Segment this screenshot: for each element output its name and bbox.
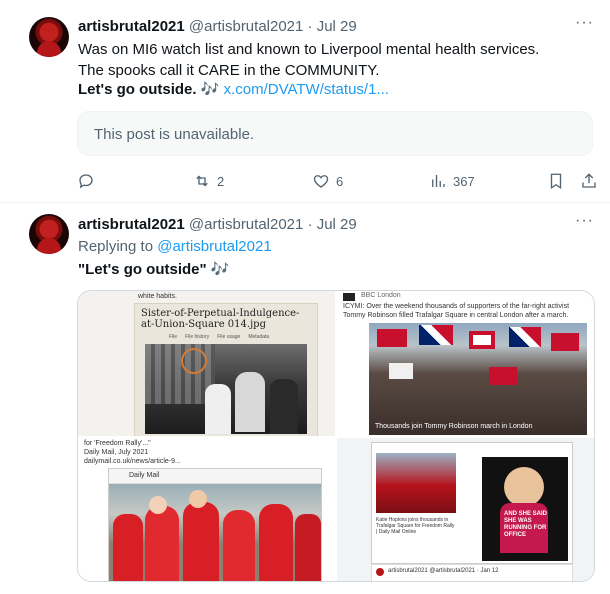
image-2-source: BBC London	[361, 292, 401, 299]
unavailable-text: This post is unavailable.	[94, 126, 255, 143]
tab-file-history: File history	[185, 334, 210, 340]
share-icon	[582, 173, 596, 188]
tweet-text: "Let's go outside" 🎶	[78, 260, 230, 280]
repost-count: 2	[217, 173, 225, 189]
views-button[interactable]: 367	[429, 172, 475, 190]
image-1-top-text: white habits.	[138, 293, 177, 300]
author-handle[interactable]: @artisbrutal2021	[189, 216, 303, 233]
bold-text: "Let's go outside"	[78, 261, 207, 278]
tab-metadata: Metadata	[248, 334, 270, 340]
tweet-text-line-1: Was on MI6 watch list and known to Liver…	[78, 41, 540, 58]
image-3-line-2: Daily Mail, July 2021	[84, 449, 149, 456]
author-name[interactable]: artisbrutal2021	[78, 216, 185, 233]
tweet-text-line-2: The spooks call it CARE in the COMMUNITY…	[78, 62, 380, 79]
window-toolbar: Daily Mail	[109, 469, 321, 484]
bbc-logo-icon	[343, 293, 355, 301]
more-options-icon[interactable]: ···	[575, 14, 594, 32]
image-4-overlay: AND SHE SAID SHE WAS RUNNING FOR OFFICE	[504, 511, 548, 538]
bookmark-button[interactable]	[547, 172, 565, 190]
embedded-tweet-footer: artisbrutal2021 @artisbrutal2021 · Jan 1…	[371, 564, 573, 581]
like-count: 6	[336, 173, 344, 189]
image-3-line-3: dailymail.co.uk/news/article-9...	[84, 458, 181, 465]
bookmark-icon	[550, 173, 562, 190]
avatar[interactable]	[29, 17, 69, 57]
tab-file-usage: File usage	[217, 334, 241, 340]
author-handle[interactable]: @artisbrutal2021	[189, 18, 303, 35]
tweet-header: artisbrutal2021 @artisbrutal2021 · Jul 2…	[78, 216, 357, 233]
rally-photo	[109, 484, 321, 581]
image-2-text-2: Tommy Robinson filled Trafalgar Square i…	[343, 312, 569, 319]
author-name[interactable]: artisbrutal2021	[78, 18, 185, 35]
image-3-site: Daily Mail	[129, 472, 160, 479]
tweet-text-line-3: Let's go outside. 🎶 x.com/DVATW/status/1…	[78, 80, 389, 100]
unavailable-quote-card: This post is unavailable.	[77, 111, 593, 156]
status-link[interactable]: x.com/DVATW/status/1...	[224, 81, 389, 98]
timestamp[interactable]: Jul 29	[317, 216, 357, 233]
media-image-2[interactable]: BBC London ICYMI: Over the weekend thous…	[337, 291, 594, 436]
tab-file: File	[169, 334, 178, 340]
heart-icon	[313, 175, 329, 188]
image-3-line-1: for 'Freedom Rally'..."	[84, 440, 151, 447]
crowd-photo: Thousands join Tommy Robinson march in L…	[369, 323, 587, 435]
repost-icon	[196, 175, 208, 187]
reply-icon	[79, 174, 93, 189]
twitter-screenshot: Katie Hopkins joins thousands in Trafalg…	[371, 442, 573, 564]
music-notes-emoji: 🎶	[210, 261, 230, 278]
timestamp[interactable]: Jul 29	[317, 18, 357, 35]
share-button[interactable]	[580, 172, 598, 190]
views-icon	[432, 175, 445, 187]
media-grid: white habits. Sister-of-Perpetual-Indulg…	[77, 290, 595, 582]
like-button[interactable]: 6	[312, 172, 343, 190]
image-1-panel: Sister-of-Perpetual-Indulgence-at-Union-…	[134, 303, 318, 436]
more-options-icon[interactable]: ···	[575, 212, 594, 230]
avatar[interactable]	[29, 214, 69, 254]
image-2-text-1: ICYMI: Over the weekend thousands of sup…	[343, 303, 570, 310]
small-rally-photo	[376, 453, 456, 513]
replying-to: Replying to @artisbrutal2021	[78, 237, 272, 257]
image-4-footer: artisbrutal2021 @artisbrutal2021 · Jan 1…	[388, 568, 499, 574]
image-2-caption: Thousands join Tommy Robinson march in L…	[375, 423, 533, 430]
daily-mail-window: Daily Mail	[108, 468, 322, 581]
reply-button[interactable]	[77, 172, 101, 190]
action-bar: 2 6 367	[0, 172, 610, 192]
tweet-1[interactable]: artisbrutal2021 @artisbrutal2021 · Jul 2…	[0, 0, 610, 202]
media-image-4[interactable]: Katie Hopkins joins thousands in Trafalg…	[337, 438, 594, 581]
bw-photo	[145, 344, 307, 434]
media-image-3[interactable]: for 'Freedom Rally'..." Daily Mail, July…	[78, 438, 335, 581]
separator: ·	[307, 216, 313, 233]
separator: ·	[307, 18, 313, 35]
image-4-caption: Katie Hopkins joins thousands in Trafalg…	[376, 517, 455, 535]
media-image-1[interactable]: white habits. Sister-of-Perpetual-Indulg…	[78, 291, 335, 436]
bold-text: Let's go outside.	[78, 81, 197, 98]
replying-handle[interactable]: @artisbrutal2021	[157, 238, 271, 255]
image-1-caption: Sister-of-Perpetual-Indulgence-at-Union-…	[141, 308, 300, 330]
repost-button[interactable]: 2	[193, 172, 224, 190]
mini-avatar	[376, 568, 384, 576]
tweet-header: artisbrutal2021 @artisbrutal2021 · Jul 2…	[78, 18, 357, 35]
view-count: 367	[453, 173, 475, 189]
video-frame: AND SHE SAID SHE WAS RUNNING FOR OFFICE	[482, 457, 568, 561]
music-notes-emoji: 🎶	[200, 81, 220, 98]
replying-prefix: Replying to	[78, 238, 154, 255]
image-1-tabs: File File history File usage Metadata	[169, 334, 269, 340]
